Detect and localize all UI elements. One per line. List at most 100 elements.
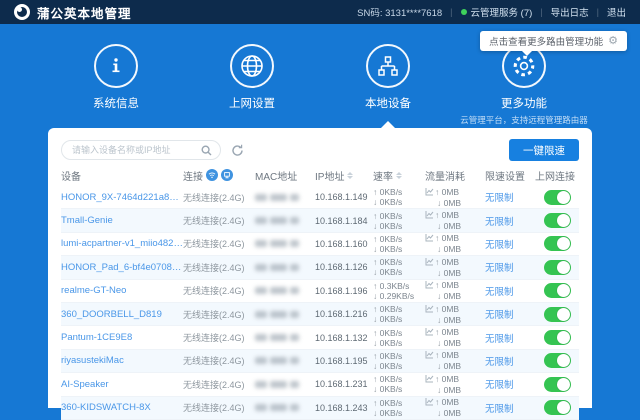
mac-address-blurred <box>255 217 315 224</box>
mac-address-blurred <box>255 357 315 364</box>
connection-type: 无线连接(2.4G) <box>183 354 255 367</box>
traffic-chart-icon[interactable] <box>425 327 434 338</box>
traffic-chart-icon[interactable] <box>425 210 434 221</box>
speed-limit-link[interactable]: 无限制 <box>485 310 514 321</box>
internet-toggle[interactable] <box>544 330 571 345</box>
device-name-link[interactable]: HONOR_Pad_6-bf4e07083ba73 <box>61 262 183 273</box>
speed-limit-link[interactable]: 无限制 <box>485 193 514 204</box>
speed-cell: ↑ 0KB/s ↓ 0KB/s <box>373 257 425 277</box>
traffic-chart-icon[interactable] <box>425 397 434 408</box>
connection-type: 无线连接(2.4G) <box>183 308 255 321</box>
app-logo-icon <box>14 4 30 20</box>
search-input[interactable] <box>70 144 201 156</box>
traffic-cell: ↑ 0MB ↓ 0MB <box>425 327 485 348</box>
nav-item-internet-settings[interactable]: 上网设置 <box>184 44 320 126</box>
topbar-right: SN码: 3131****7618 | 云管理服务 (7) | 导出日志 | 退… <box>357 5 626 19</box>
cloud-service-status[interactable]: 云管理服务 (7) <box>461 5 533 19</box>
table-row: realme-GT-Neo 无线连接(2.4G) 10.168.1.196 ↑ … <box>61 280 579 303</box>
header-online: 上网连接 <box>535 168 579 183</box>
speed-limit-link[interactable]: 无限制 <box>485 240 514 251</box>
traffic-chart-icon[interactable] <box>425 374 434 385</box>
feature-tooltip: 点击查看更多路由管理功能 ⚙ <box>480 31 627 51</box>
speed-limit-link[interactable]: 无限制 <box>485 263 514 274</box>
device-name-link[interactable]: lumi-acpartner-v1_miio48285687 <box>61 238 183 249</box>
header-connection[interactable]: 连接 <box>183 168 255 183</box>
search-box[interactable] <box>61 140 221 160</box>
mac-address-blurred <box>255 381 315 388</box>
ip-address: 10.168.1.184 <box>315 216 373 226</box>
internet-toggle[interactable] <box>544 377 571 392</box>
device-name-link[interactable]: 360_DOORBELL_D819 <box>61 309 183 320</box>
mac-address-blurred <box>255 334 315 341</box>
internet-toggle[interactable] <box>544 236 571 251</box>
device-name-link[interactable]: AI-Speaker <box>61 379 183 390</box>
ip-address: 10.168.1.126 <box>315 262 373 272</box>
speed-limit-link[interactable]: 无限制 <box>485 404 514 415</box>
refresh-icon[interactable] <box>231 144 244 157</box>
status-dot-icon <box>461 9 467 15</box>
mac-address-blurred <box>255 264 315 271</box>
device-name-link[interactable]: Tmall-Genie <box>61 215 183 226</box>
mac-address-blurred <box>255 311 315 318</box>
sort-icon[interactable] <box>347 172 353 179</box>
topbar: 蒲公英本地管理 SN码: 3131****7618 | 云管理服务 (7) | … <box>0 0 640 24</box>
device-name-link[interactable]: riyasustekiMac <box>61 355 183 366</box>
traffic-chart-icon[interactable] <box>425 257 434 268</box>
traffic-chart-icon[interactable] <box>425 187 434 198</box>
ip-address: 10.168.1.231 <box>315 379 373 389</box>
nav-label: 更多功能 <box>501 95 547 111</box>
wifi-filter-icon[interactable] <box>206 169 218 181</box>
device-name-link[interactable]: realme-GT-Neo <box>61 285 183 296</box>
app-title: 蒲公英本地管理 <box>37 3 132 22</box>
traffic-chart-icon[interactable] <box>425 350 434 361</box>
device-name-link[interactable]: HONOR_9X-7464d221a88e7981 <box>61 192 183 203</box>
traffic-cell: ↑ 0MB ↓ 0MB <box>425 257 485 278</box>
traffic-chart-icon[interactable] <box>425 233 434 244</box>
one-key-limit-button[interactable]: 一键限速 <box>509 139 579 161</box>
nav-item-more-features[interactable]: 更多功能 云管理平台，支持远程管理路由器 <box>456 44 592 126</box>
export-log-button[interactable]: 导出日志 <box>551 5 589 19</box>
internet-toggle[interactable] <box>544 283 571 298</box>
search-icon <box>201 145 212 156</box>
header-limit: 限速设置 <box>485 168 535 183</box>
table-row: lumi-acpartner-v1_miio48285687 无线连接(2.4G… <box>61 233 579 256</box>
internet-toggle[interactable] <box>544 260 571 275</box>
table-row: 360_DOORBELL_D819 无线连接(2.4G) 10.168.1.21… <box>61 303 579 326</box>
internet-toggle[interactable] <box>544 353 571 368</box>
speed-limit-link[interactable]: 无限制 <box>485 217 514 228</box>
internet-toggle[interactable] <box>544 190 571 205</box>
sort-icon[interactable] <box>396 172 402 179</box>
device-name-link[interactable]: Pantum-1CE9E8 <box>61 332 183 343</box>
nav-item-system-info[interactable]: 系统信息 <box>48 44 184 126</box>
speed-limit-link[interactable]: 无限制 <box>485 380 514 391</box>
topology-icon <box>366 44 410 88</box>
speed-limit-link[interactable]: 无限制 <box>485 287 514 298</box>
table-row: riyasustekiMac 无线连接(2.4G) 10.168.1.195 ↑… <box>61 350 579 373</box>
traffic-chart-icon[interactable] <box>425 304 434 315</box>
speed-limit-link[interactable]: 无限制 <box>485 334 514 345</box>
speed-cell: ↑ 0KB/s ↓ 0KB/s <box>373 374 425 394</box>
speed-limit-link[interactable]: 无限制 <box>485 357 514 368</box>
info-icon <box>94 44 138 88</box>
internet-toggle[interactable] <box>544 213 571 228</box>
header-ip[interactable]: IP地址 <box>315 168 373 183</box>
traffic-cell: ↑ 0MB ↓ 0MB <box>425 233 485 254</box>
header-device[interactable]: 设备 <box>61 168 183 183</box>
speed-cell: ↑ 0KB/s ↓ 0KB/s <box>373 211 425 231</box>
tooltip-gear-icon: ⚙ <box>608 36 618 47</box>
connection-type: 无线连接(2.4G) <box>183 261 255 274</box>
nav-item-local-devices[interactable]: 本地设备 <box>320 44 456 126</box>
table-body: HONOR_9X-7464d221a88e7981 无线连接(2.4G) 10.… <box>61 186 579 420</box>
wired-filter-icon[interactable] <box>221 169 233 181</box>
connection-type: 无线连接(2.4G) <box>183 378 255 391</box>
table-row: 360-KIDSWATCH-8X 无线连接(2.4G) 10.168.1.243… <box>61 397 579 420</box>
traffic-cell: ↑ 0MB ↓ 0MB <box>425 187 485 208</box>
ip-address: 10.168.1.195 <box>315 356 373 366</box>
traffic-chart-icon[interactable] <box>425 280 434 291</box>
speed-cell: ↑ 0KB/s ↓ 0KB/s <box>373 351 425 371</box>
internet-toggle[interactable] <box>544 307 571 322</box>
table-row: HONOR_Pad_6-bf4e07083ba73 无线连接(2.4G) 10.… <box>61 256 579 279</box>
logout-button[interactable]: 退出 <box>607 5 626 19</box>
header-speed[interactable]: 速率 <box>373 168 425 183</box>
mac-address-blurred <box>255 194 315 201</box>
